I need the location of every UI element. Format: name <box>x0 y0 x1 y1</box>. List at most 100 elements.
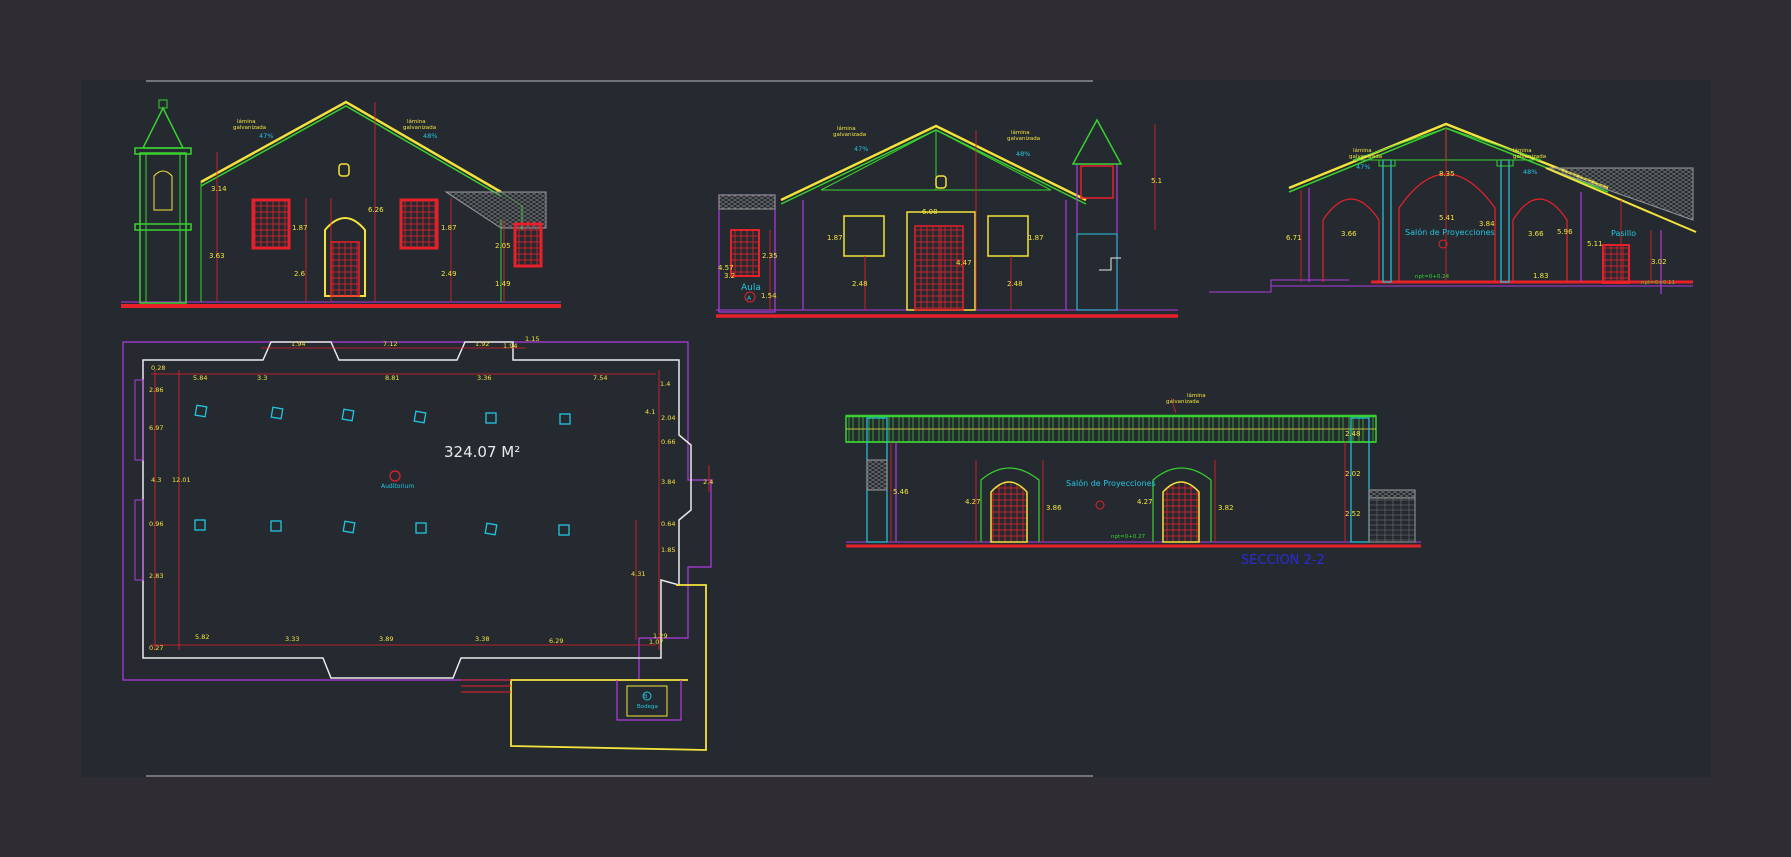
plan-dim: 4.31 <box>631 570 645 578</box>
level-mark: npt=0+0.11 <box>1641 280 1675 286</box>
plan-dim: 0.64 <box>661 520 675 528</box>
room-label-salon: Salón de Proyecciones <box>1405 227 1495 237</box>
plan-dim: 0.27 <box>149 644 163 652</box>
elevation-2[interactable]: 5.1 6.08 1.87 1.87 2.35 4.57 3.2 4.47 2.… <box>716 118 1178 318</box>
storage-label: Bodega <box>637 704 658 710</box>
plan-dim: 1.94 <box>503 342 517 350</box>
e1-dim: 3.63 <box>209 252 225 260</box>
slope-label: 47% <box>259 132 273 140</box>
s2-dim: 3.86 <box>1046 504 1062 512</box>
room-label-salon: Salón de Proyecciones <box>1066 478 1156 488</box>
slope-label: 48% <box>423 132 437 140</box>
s1-dim: 5.41 <box>1439 214 1455 222</box>
plan-dim: 12.01 <box>172 476 191 484</box>
plan-dim: 1.92 <box>475 340 489 348</box>
plan-dim: 1.94 <box>291 340 305 348</box>
roof-note: galvanizada <box>1007 136 1040 142</box>
slope-label: 48% <box>1523 168 1537 176</box>
roof-note: lámina <box>407 118 426 125</box>
plan-dim: 8.81 <box>385 374 399 382</box>
e1-dim: 2.05 <box>495 242 511 250</box>
e2-dim: 2.48 <box>1007 280 1023 288</box>
e2-dim: 3.2 <box>724 272 735 280</box>
roof-note: lámina <box>1513 147 1532 154</box>
roof-note: lámina <box>237 118 256 125</box>
plan-dim: 7.54 <box>593 374 607 382</box>
e1-dim: 6.26 <box>368 206 384 214</box>
s1-dim: 3.02 <box>1651 258 1667 266</box>
e1-dim: 1.87 <box>292 224 308 232</box>
plan-dim: 2.83 <box>149 572 163 580</box>
plan-dim: 6.97 <box>149 424 163 432</box>
plan-dim: 3.38 <box>475 635 489 643</box>
plan-dim: 3.89 <box>379 635 393 643</box>
plan-dim: 0.66 <box>661 438 675 446</box>
plan-dim: 4.1 <box>645 408 655 416</box>
plan-dim: 2.04 <box>661 414 675 422</box>
plan-dim: 0.28 <box>151 364 165 372</box>
e1-dim: 1.87 <box>441 224 457 232</box>
e1-dim: 1.49 <box>495 280 511 288</box>
s1-dim: 3.66 <box>1528 230 1544 238</box>
plan-dim: 3.3 <box>257 374 267 382</box>
e2-dim: 2.48 <box>852 280 868 288</box>
elevation-1[interactable]: 3.14 3.63 1.87 6.26 1.87 2.6 2.49 2.05 1… <box>121 99 561 308</box>
s2-dim: 2.48 <box>1345 430 1361 438</box>
e2-dim: 1.54 <box>761 292 777 300</box>
s2-dim: 3.82 <box>1218 504 1234 512</box>
plan-dim: 1.15 <box>525 335 539 343</box>
s1-dim: 8.35 <box>1439 170 1455 178</box>
area-label: 324.07 M² <box>444 443 520 461</box>
roof-note: galvanizada <box>233 125 266 131</box>
s1-dim: 3.66 <box>1341 230 1357 238</box>
e2-dim: 6.08 <box>922 208 938 216</box>
floor-plan[interactable]: B Bodega Auditorium 324.07 M² 1.94 7.12 … <box>122 335 713 751</box>
section-1[interactable]: 8.35 5.41 6.71 3.66 3.84 3.66 5.96 5.11 … <box>1209 122 1697 294</box>
e2-dim: 1.87 <box>827 234 843 242</box>
roof-note: lámina <box>1187 392 1206 399</box>
s2-dim: 4.27 <box>965 498 981 506</box>
e1-dim: 2.49 <box>441 270 457 278</box>
level-mark: npt=0+0.27 <box>1111 534 1146 540</box>
e2-dim: 4.47 <box>956 259 972 267</box>
s2-dim: 4.27 <box>1137 498 1153 506</box>
slope-label: 47% <box>1356 163 1370 171</box>
plan-dim: 6.29 <box>549 637 563 645</box>
s1-dim: 3.84 <box>1479 220 1495 228</box>
s2-dim: 2.02 <box>1345 470 1361 478</box>
e2-dim: 4.57 <box>718 264 734 272</box>
plan-dim: 2.4 <box>703 478 713 486</box>
roof-note: lámina <box>1011 129 1030 136</box>
s1-dim: 1.83 <box>1533 272 1549 280</box>
s2-dim: 5.46 <box>893 488 909 496</box>
roof-note: galvanizada <box>1349 154 1382 160</box>
plan-dim: 4.3 <box>151 476 161 484</box>
roof-note: galvanizada <box>1513 154 1546 160</box>
roof-note: lámina <box>837 125 856 132</box>
slope-label: 48% <box>1016 150 1030 158</box>
s2-dim: 2.52 <box>1345 510 1361 518</box>
room-label-auditorium: Auditorium <box>381 483 414 490</box>
plan-dim: 1.29 <box>653 632 667 640</box>
e2-dim: 1.87 <box>1028 234 1044 242</box>
roof-note: galvanizada <box>833 132 866 138</box>
plan-dim: 2.86 <box>149 386 163 394</box>
slope-label: 47% <box>854 145 868 153</box>
plan-dim: 3.33 <box>285 635 299 643</box>
e1-dim: 2.6 <box>294 270 306 278</box>
storage-tag: B <box>644 694 648 700</box>
e2-dim: 2.35 <box>762 252 778 260</box>
plan-dim: 1.85 <box>661 546 675 554</box>
roof-note: galvanizada <box>1166 399 1199 405</box>
plan-dim: 5.84 <box>193 374 207 382</box>
s1-dim: 5.11 <box>1587 240 1603 248</box>
drawing-model-space[interactable]: 3.14 3.63 1.87 6.26 1.87 2.6 2.49 2.05 1… <box>81 80 1711 777</box>
plan-dim: 7.12 <box>383 340 397 348</box>
plan-dim: 3.36 <box>477 374 491 382</box>
roof-note: lámina <box>1353 147 1372 154</box>
plan-dim: 1.4 <box>660 380 670 388</box>
s1-dim: 6.71 <box>1286 234 1302 242</box>
s1-dim: 5.96 <box>1557 228 1573 236</box>
e1-dim: 3.14 <box>211 185 227 193</box>
section-2[interactable]: 5.46 4.27 3.86 4.27 3.82 2.48 2.02 2.52 … <box>845 392 1421 568</box>
